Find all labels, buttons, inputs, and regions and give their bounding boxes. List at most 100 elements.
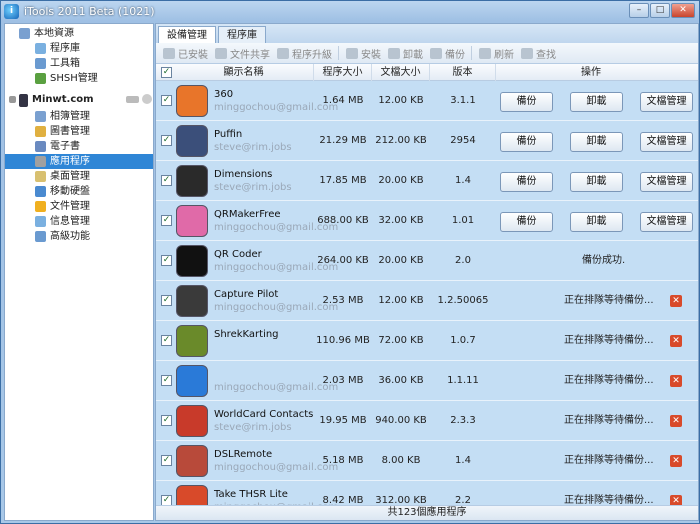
maximize-button[interactable]: □ (650, 3, 670, 18)
tree-label: 桌面管理 (50, 171, 90, 182)
cancel-icon[interactable]: ✕ (670, 375, 682, 387)
tab-library[interactable]: 程序庫 (218, 26, 266, 43)
search-icon (521, 47, 533, 59)
uninstall-button[interactable]: 卸載 (570, 212, 623, 232)
doc-size: 212.00 KB (375, 135, 427, 146)
toolbar-separator (338, 46, 339, 60)
table-row[interactable]: ✓ 360 minggochou@gmail.com 1.64 MB 12.00 KB 3… (156, 81, 698, 121)
app-icon (176, 205, 208, 237)
backup-button[interactable]: 備份 (500, 212, 553, 232)
cancel-icon[interactable]: ✕ (670, 295, 682, 307)
title-bar: i iTools 2011 Beta (1021) – □ ✕ (1, 1, 699, 22)
sidebar-local-1[interactable]: 工具箱 (5, 56, 153, 71)
row-checkbox[interactable]: ✓ (161, 255, 172, 266)
toolbar-backup-button[interactable]: 備份 (430, 46, 465, 61)
sidebar-local-2[interactable]: SHSH管理 (5, 71, 153, 86)
sidebar-device-5[interactable]: 移動硬盤 (5, 184, 153, 199)
minimize-button[interactable]: – (629, 3, 649, 18)
sidebar-device-8[interactable]: 高級功能 (5, 229, 153, 244)
row-checkbox[interactable]: ✓ (161, 335, 172, 346)
sidebar-device-3[interactable]: 應用程序 (5, 154, 153, 169)
tab-device-management[interactable]: 設備管理 (158, 26, 216, 43)
row-checkbox[interactable]: ✓ (161, 375, 172, 386)
app-owner-email: steve@rim.jobs (214, 142, 292, 153)
table-header: ✓ 顯示名稱 程序大小 文檔大小 版本 操作 (156, 64, 698, 81)
row-checkbox[interactable]: ✓ (161, 215, 172, 226)
cancel-icon[interactable]: ✕ (670, 455, 682, 467)
sidebar-device-0[interactable]: 相簿管理 (5, 109, 153, 124)
tree-label: 電子書 (50, 141, 80, 152)
sidebar-device-icon (35, 186, 46, 197)
toolbar-upgrade-button[interactable]: 程序升級 (277, 46, 332, 61)
doc-manage-button[interactable]: 文檔管理 (640, 132, 693, 152)
app-version: 1.1.11 (447, 375, 479, 386)
app-size: 5.18 MB (322, 455, 364, 466)
doc-size: 312.00 KB (375, 495, 427, 505)
toolbar-install-button[interactable]: 安裝 (346, 46, 381, 61)
cancel-icon[interactable]: ✕ (670, 495, 682, 505)
table-row[interactable]: ✓ ShrekKarting 110.96 MB 72.00 KB 1.0.7 正在排隊等… (156, 321, 698, 361)
table-row[interactable]: ✓ QR Coder minggochou@gmail.com 264.00 KB 20… (156, 241, 698, 281)
toolbar-search-button[interactable]: 查找 (521, 46, 556, 61)
backup-button[interactable]: 備份 (500, 172, 553, 192)
eject-icon[interactable] (142, 94, 152, 104)
row-checkbox[interactable]: ✓ (161, 455, 172, 466)
app-name: Dimensions (214, 169, 273, 180)
sidebar-local-icon (35, 43, 46, 54)
row-checkbox[interactable]: ✓ (161, 135, 172, 146)
uninstall-button[interactable]: 卸載 (570, 172, 623, 192)
app-name: 360 (214, 89, 234, 100)
sidebar-device-icon (35, 171, 46, 182)
app-version: 2954 (450, 135, 476, 146)
row-checkbox[interactable]: ✓ (161, 295, 172, 306)
app-icon (176, 445, 208, 477)
table-row[interactable]: ✓ DSLRemote minggochou@gmail.com 5.18 MB 8.0… (156, 441, 698, 481)
cancel-icon[interactable]: ✕ (670, 335, 682, 347)
row-checkbox[interactable]: ✓ (161, 95, 172, 106)
col-doc-size[interactable]: 文檔大小 (372, 64, 430, 81)
sidebar-local-0[interactable]: 程序庫 (5, 41, 153, 56)
app-size: 1.64 MB (322, 95, 364, 106)
toolbar-uninstall-button[interactable]: 卸載 (388, 46, 423, 61)
uninstall-button[interactable]: 卸載 (570, 92, 623, 112)
row-checkbox[interactable]: ✓ (161, 495, 172, 505)
sidebar-device-1[interactable]: 圖書管理 (5, 124, 153, 139)
table-row[interactable]: ✓ Dimensions steve@rim.jobs 17.85 MB 20.00 K… (156, 161, 698, 201)
doc-size: 36.00 KB (378, 375, 424, 386)
select-all-checkbox[interactable]: ✓ (161, 67, 172, 78)
tree-local-resources[interactable]: 本地資源 (5, 26, 153, 41)
doc-manage-button[interactable]: 文檔管理 (640, 212, 693, 232)
doc-manage-button[interactable]: 文檔管理 (640, 172, 693, 192)
backup-button[interactable]: 備份 (500, 132, 553, 152)
row-checkbox[interactable]: ✓ (161, 175, 172, 186)
col-app-size[interactable]: 程序大小 (314, 64, 372, 81)
sidebar-device-2[interactable]: 電子書 (5, 139, 153, 154)
tree-device[interactable]: Minwt.com (5, 92, 153, 109)
app-name: DSLRemote (214, 449, 273, 460)
doc-manage-button[interactable]: 文檔管理 (640, 92, 693, 112)
sidebar-device-icon (35, 231, 46, 242)
app-owner-email: steve@rim.jobs (214, 422, 292, 433)
uninstall-button[interactable]: 卸載 (570, 132, 623, 152)
sidebar-device-6[interactable]: 文件管理 (5, 199, 153, 214)
close-window-button[interactable]: ✕ (671, 3, 695, 18)
tree-label: 信息管理 (50, 216, 90, 227)
toolbar-installed-button[interactable]: 已安裝 (163, 46, 208, 61)
tree-label: 工具箱 (50, 58, 80, 69)
table-row[interactable]: ✓ minggochou@gmail.com 2.03 MB 36.00 KB 1.1.… (156, 361, 698, 401)
table-row[interactable]: ✓ Puffin steve@rim.jobs 21.29 MB 212.00 KB 29… (156, 121, 698, 161)
sidebar-device-4[interactable]: 桌面管理 (5, 169, 153, 184)
cancel-icon[interactable]: ✕ (670, 415, 682, 427)
toolbar-file-sharing-button[interactable]: 文件共享 (215, 46, 270, 61)
table-row[interactable]: ✓ QRMakerFree minggochou@gmail.com 688.00 K… (156, 201, 698, 241)
backup-button[interactable]: 備份 (500, 92, 553, 112)
table-row[interactable]: ✓ Capture Pilot minggochou@gmail.com 2.53 M… (156, 281, 698, 321)
table-row[interactable]: ✓ WorldCard Contacts steve@rim.jobs 19.95 M… (156, 401, 698, 441)
table-row[interactable]: ✓Take THSR Liteminggochou@gmail.com8.42 … (156, 481, 698, 505)
sidebar-device-7[interactable]: 信息管理 (5, 214, 153, 229)
row-checkbox[interactable]: ✓ (161, 415, 172, 426)
iphone-icon (19, 94, 28, 107)
col-version[interactable]: 版本 (430, 64, 496, 81)
toolbar-refresh-button[interactable]: 刷新 (479, 46, 514, 61)
col-name[interactable]: 顯示名稱 (174, 64, 314, 81)
